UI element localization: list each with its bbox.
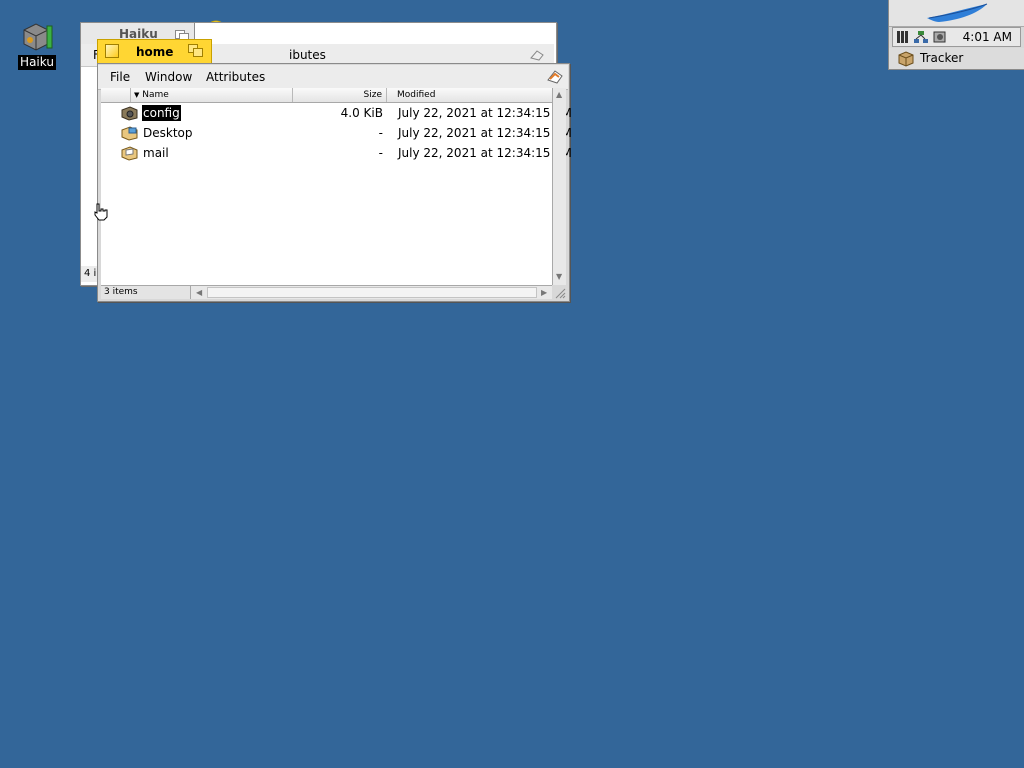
sort-down-icon: ▼ bbox=[134, 91, 140, 99]
file-name: mail bbox=[143, 146, 169, 160]
system-tray: 4:01 AM bbox=[892, 27, 1021, 47]
file-name: Desktop bbox=[143, 126, 193, 140]
file-modified: July 22, 2021 at 12:34:15 PM bbox=[398, 146, 572, 160]
home-window-tab[interactable]: home bbox=[97, 39, 212, 63]
deskbar: 4:01 AM Tracker bbox=[888, 0, 1024, 70]
config-folder-icon bbox=[121, 105, 138, 121]
process-controller-icon[interactable] bbox=[896, 30, 910, 47]
tracker-icon bbox=[897, 50, 915, 70]
file-size: 4.0 KiB bbox=[340, 106, 383, 120]
column-header: ▼ Name Size Modified bbox=[101, 88, 552, 103]
background-menu-fragment-attributes: ibutes bbox=[289, 48, 326, 62]
menu-attributes[interactable]: Attributes bbox=[204, 65, 267, 89]
menu-file[interactable]: File bbox=[108, 65, 132, 89]
scroll-left-arrow-icon[interactable]: ◀ bbox=[196, 286, 202, 299]
scroll-down-arrow-icon[interactable]: ▼ bbox=[556, 270, 562, 283]
haiku-volume-icon bbox=[23, 23, 53, 51]
file-modified: July 22, 2021 at 12:34:15 PM bbox=[398, 106, 572, 120]
mail-folder-icon bbox=[121, 145, 138, 161]
column-header-icon-spacer bbox=[101, 88, 131, 102]
window-title: home bbox=[136, 45, 174, 59]
background-drag-icon[interactable] bbox=[529, 48, 545, 62]
desktop-icon-label: Haiku bbox=[18, 55, 56, 70]
column-modified[interactable]: Modified bbox=[387, 88, 552, 102]
vertical-scrollbar[interactable]: ▲ ▼ bbox=[552, 88, 566, 285]
status-and-scroll-bar: 3 items ◀ ▶ bbox=[101, 285, 552, 299]
column-name-label: Name bbox=[142, 90, 169, 100]
file-size: - bbox=[378, 146, 383, 160]
column-name[interactable]: ▼ Name bbox=[131, 88, 293, 102]
menubar: File Window Attributes bbox=[98, 65, 568, 90]
desktop-icon-haiku[interactable]: Haiku bbox=[17, 20, 57, 70]
haiku-leaf-icon bbox=[927, 3, 988, 22]
file-modified: July 22, 2021 at 12:34:15 PM bbox=[398, 126, 572, 140]
column-size-label: Size bbox=[363, 90, 382, 100]
item-count: 3 items bbox=[101, 286, 191, 299]
hand-cursor-icon bbox=[92, 202, 110, 225]
clock[interactable]: 4:01 AM bbox=[963, 28, 1012, 46]
resize-handle-icon[interactable] bbox=[553, 286, 566, 299]
list-item[interactable]: config 4.0 KiB July 22, 2021 at 12:34:15… bbox=[101, 103, 572, 123]
list-item[interactable]: mail - July 22, 2021 at 12:34:15 PM bbox=[101, 143, 572, 163]
file-name: config bbox=[142, 105, 181, 121]
file-size: - bbox=[378, 126, 383, 140]
column-modified-label: Modified bbox=[397, 90, 436, 100]
desktop-folder-icon bbox=[121, 125, 138, 141]
tracker-label: Tracker bbox=[920, 51, 964, 65]
background-status: 4 i bbox=[81, 266, 97, 282]
close-button[interactable] bbox=[105, 44, 119, 58]
media-icon[interactable] bbox=[933, 30, 947, 47]
tracker-app-button[interactable]: Tracker bbox=[889, 48, 1024, 69]
zoom-button[interactable] bbox=[188, 44, 204, 58]
horizontal-scrollbar[interactable] bbox=[207, 287, 537, 298]
network-icon[interactable] bbox=[913, 30, 929, 47]
background-zoom-icon[interactable] bbox=[175, 27, 189, 42]
menu-window[interactable]: Window bbox=[143, 65, 194, 89]
deskbar-menu-button[interactable] bbox=[889, 0, 1024, 27]
scroll-up-arrow-icon[interactable]: ▲ bbox=[556, 88, 562, 101]
column-size[interactable]: Size bbox=[293, 88, 387, 102]
scroll-right-arrow-icon[interactable]: ▶ bbox=[541, 286, 547, 299]
location-drag-icon[interactable] bbox=[546, 68, 564, 86]
list-item[interactable]: Desktop - July 22, 2021 at 12:34:15 PM bbox=[101, 123, 572, 143]
